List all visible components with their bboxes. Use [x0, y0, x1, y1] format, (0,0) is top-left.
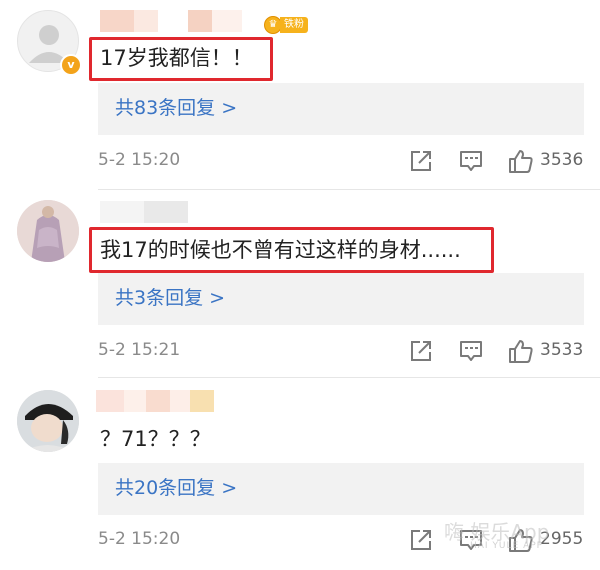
comment-icon[interactable] [458, 148, 484, 174]
username[interactable] [100, 201, 188, 223]
timestamp: 5-2 15:21 [98, 340, 181, 360]
username[interactable] [96, 390, 214, 412]
timestamp: 5-2 15:20 [98, 529, 181, 549]
view-replies-link[interactable]: 共83条回复 > [115, 95, 237, 121]
share-icon[interactable] [408, 527, 434, 553]
timestamp: 5-2 15:20 [98, 150, 181, 170]
verified-badge-icon: v [60, 54, 82, 76]
comment-text: ？71？？？ [100, 427, 211, 451]
like-icon[interactable] [508, 148, 534, 174]
reply-box: 共20条回复 > [98, 463, 584, 515]
user-photo-icon [17, 390, 79, 452]
like-icon[interactable] [508, 338, 534, 364]
avatar[interactable] [17, 200, 79, 262]
comment-meta: 5-2 15:21 3533 [98, 336, 588, 366]
view-replies-link[interactable]: 共3条回复 > [115, 285, 225, 311]
watermark-subtitle: HAI YULE APP [470, 541, 544, 551]
reply-box: 共3条回复 > [98, 273, 584, 325]
divider [98, 377, 600, 378]
like-count: 3533 [540, 340, 584, 360]
share-icon[interactable] [408, 148, 434, 174]
divider [98, 189, 600, 190]
username[interactable] [100, 10, 260, 32]
fan-badge: ♛ 铁粉 [264, 16, 308, 34]
avatar[interactable] [17, 390, 79, 452]
highlight-box [89, 37, 273, 81]
reply-box: 共83条回复 > [98, 83, 584, 135]
comment-icon[interactable] [458, 338, 484, 364]
comment-meta: 5-2 15:20 3536 [98, 146, 588, 176]
like-count: 3536 [540, 150, 584, 170]
user-photo-icon [17, 200, 79, 262]
fan-badge-label: 铁粉 [280, 17, 308, 33]
highlight-box [89, 227, 494, 273]
view-replies-link[interactable]: 共20条回复 > [115, 475, 237, 501]
share-icon[interactable] [408, 338, 434, 364]
